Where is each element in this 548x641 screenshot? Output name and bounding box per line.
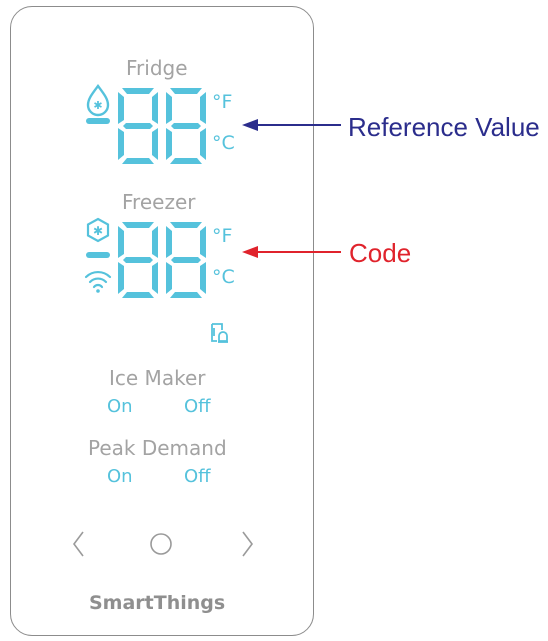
freezer-digit-1	[118, 222, 158, 298]
door-alarm-icon	[211, 323, 228, 343]
panel-graphics: ✱ ✱	[73, 84, 341, 557]
reference-value-arrow	[242, 119, 341, 131]
svg-text:✱: ✱	[93, 99, 102, 112]
freezer-digit-2	[166, 222, 206, 298]
water-drop-icon: ✱	[86, 84, 110, 117]
chevron-right-icon[interactable]	[242, 531, 253, 557]
snowflake-hexagon-icon: ✱	[86, 217, 110, 243]
fridge-digit-1	[118, 88, 158, 164]
chevron-left-icon[interactable]	[73, 531, 84, 557]
wifi-icon	[84, 270, 112, 293]
code-arrow	[242, 246, 341, 258]
freezer-minus-segment	[86, 252, 110, 258]
fridge-digit-2	[166, 88, 206, 164]
svg-text:✱: ✱	[93, 224, 103, 238]
home-circle-icon[interactable]	[150, 533, 172, 555]
fridge-minus-segment	[86, 118, 110, 124]
